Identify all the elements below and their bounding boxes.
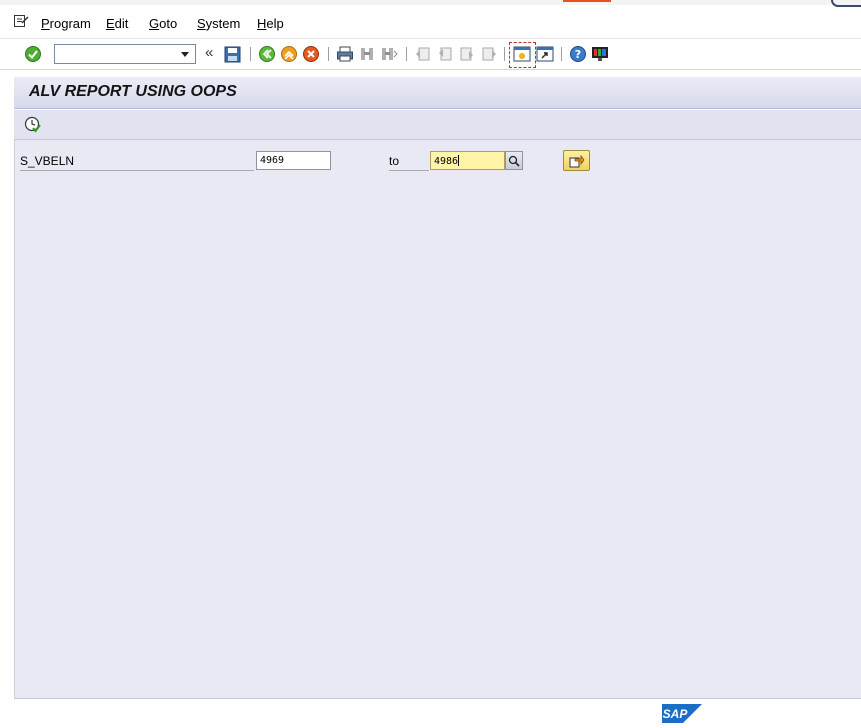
first-page-icon[interactable] <box>414 45 432 63</box>
multiple-selection-button[interactable] <box>563 150 590 171</box>
system-toolbar: « ? <box>0 38 861 70</box>
toolbar-separator <box>504 47 505 61</box>
s-vbeln-high-value: 4986 <box>434 156 459 167</box>
toolbar-separator <box>328 47 329 61</box>
toolbar-separator <box>250 47 251 61</box>
sap-logo-text: SAP <box>663 707 689 721</box>
s-vbeln-low-input[interactable]: 4969 <box>256 151 331 170</box>
save-icon[interactable] <box>223 45 241 63</box>
svg-text:?: ? <box>575 48 581 61</box>
page-title: ALV REPORT USING OOPS <box>29 83 237 100</box>
menu-system[interactable]: System <box>197 16 240 31</box>
back-icon[interactable] <box>258 45 276 63</box>
find-icon[interactable] <box>358 45 376 63</box>
previous-page-icon[interactable] <box>436 45 454 63</box>
value-help-button[interactable] <box>505 151 523 170</box>
print-icon[interactable] <box>336 45 354 63</box>
create-shortcut-icon[interactable] <box>536 45 554 63</box>
screen-title-bar: ALV REPORT USING OOPS <box>14 77 861 109</box>
window-corner <box>831 0 861 7</box>
last-page-icon[interactable] <box>480 45 498 63</box>
sap-logo: SAP <box>662 704 702 723</box>
menu-bar: Program Edit Goto System Help <box>0 8 861 38</box>
application-toolbar <box>14 110 861 140</box>
help-icon[interactable]: ? <box>569 45 587 63</box>
cancel-icon[interactable] <box>302 45 320 63</box>
menu-edit[interactable]: Edit <box>106 16 128 31</box>
window-accent <box>563 0 611 2</box>
toolbar-separator <box>406 47 407 61</box>
text-cursor <box>458 155 460 166</box>
command-field[interactable] <box>54 44 196 64</box>
field-label-s-vbeln: S_VBELN <box>20 154 254 171</box>
to-label: to <box>389 154 429 171</box>
enter-icon[interactable] <box>24 45 42 63</box>
search-icon <box>508 155 520 167</box>
exit-icon[interactable] <box>280 45 298 63</box>
multiple-selection-icon <box>569 154 584 167</box>
toolbar-separator <box>561 47 562 61</box>
menu-options-icon[interactable] <box>13 13 29 29</box>
s-vbeln-high-input[interactable]: 4986 <box>430 151 505 170</box>
find-next-icon[interactable] <box>380 45 398 63</box>
chevron-down-icon[interactable] <box>181 52 189 57</box>
menu-goto[interactable]: Goto <box>149 16 177 31</box>
execute-icon[interactable] <box>24 116 42 134</box>
menu-program[interactable]: Program <box>41 16 91 31</box>
create-session-icon[interactable] <box>513 45 531 63</box>
customize-layout-icon[interactable] <box>591 45 609 63</box>
selection-screen <box>14 140 861 699</box>
menu-help[interactable]: Help <box>257 16 284 31</box>
window-top-strip <box>0 0 861 7</box>
next-page-icon[interactable] <box>458 45 476 63</box>
collapse-icon[interactable]: « <box>205 44 213 61</box>
